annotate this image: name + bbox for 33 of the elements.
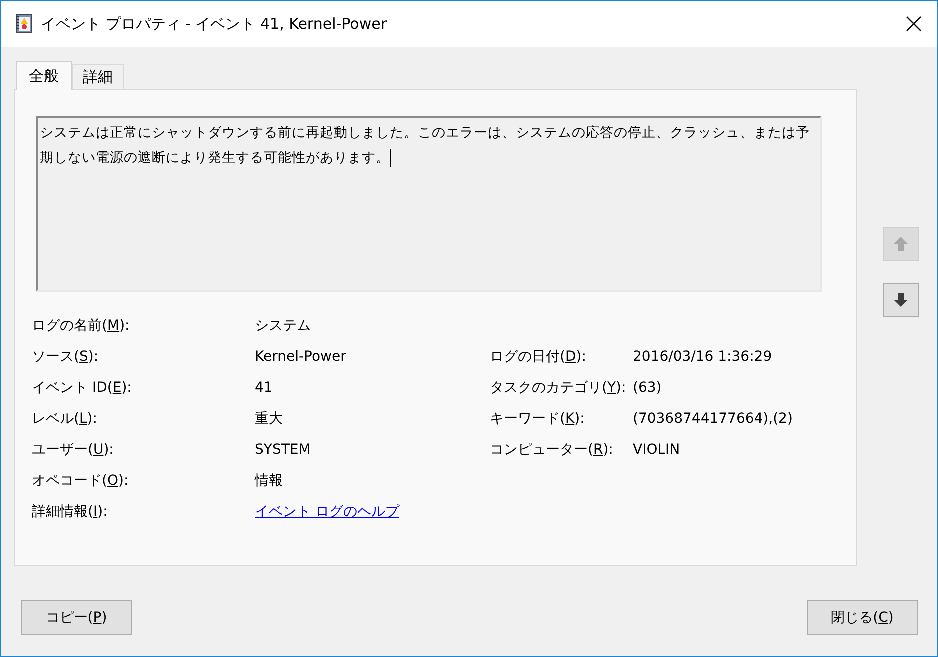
field-value: SYSTEM <box>255 441 312 460</box>
field-label: 詳細情報(I): <box>32 503 109 522</box>
copy-button[interactable]: コピー(P) <box>21 600 132 635</box>
field-value: Kernel-Power <box>255 348 348 367</box>
tab[interactable]: 詳細 <box>72 64 124 89</box>
help-link[interactable]: イベント ログのヘルプ <box>255 502 490 522</box>
field-value: 2016/03/16 1:36:29 <box>633 348 774 367</box>
down-arrow-icon <box>892 291 910 309</box>
tab[interactable]: 全般 <box>16 61 72 90</box>
next-button[interactable] <box>883 283 919 317</box>
field-value: (63) <box>633 379 663 398</box>
field-label: イベント ID(E): <box>32 379 133 398</box>
field-label: オペコード(O): <box>32 472 130 491</box>
field-label: ログの名前(M): <box>32 317 131 336</box>
field-label: ユーザー(U): <box>32 441 115 460</box>
field-value: 41 <box>255 379 274 398</box>
field-label: コンピューター(R): <box>490 441 614 460</box>
field-value: 重大 <box>255 410 284 429</box>
field-label: ソース(S): <box>32 348 100 367</box>
close-button[interactable]: 閉じる(C) <box>807 600 918 635</box>
field-value: システム <box>255 317 312 336</box>
field-value: (70368744177664),(2) <box>633 410 794 429</box>
field-value: VIOLIN <box>633 441 682 460</box>
description-text: システムは正常にシャットダウンする前に再起動しました。このエラーは、システムの応答の停止、クラッシュ、または予期しない電源の遮断により発生する可能性があります。 <box>40 124 810 170</box>
field-label: タスクのカテゴリ(Y): <box>490 379 628 398</box>
field-label: ログの日付(D): <box>490 348 588 367</box>
field-label: レベル(L): <box>32 410 98 429</box>
field-value: 情報 <box>255 472 284 491</box>
field-label: キーワード(K): <box>490 410 586 429</box>
window-title: イベント プロパティ - イベント 41, Kernel-Power <box>41 14 388 34</box>
up-arrow-icon <box>892 235 910 253</box>
close-icon[interactable] <box>906 16 922 32</box>
event-log-icon <box>15 14 33 34</box>
